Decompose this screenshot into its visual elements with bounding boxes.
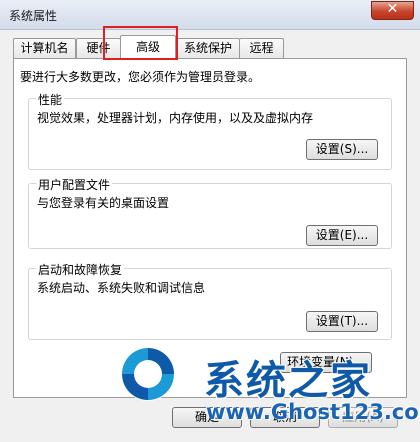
tab-remote[interactable]: 远程 [239,38,284,59]
title-bar: 系统属性 ✕ [0,0,420,30]
startup-recovery-settings-button[interactable]: 设置(T)... [306,311,378,332]
startup-recovery-title: 启动和故障恢复 [36,261,125,278]
user-profiles-desc: 与您登录有关的桌面设置 [37,196,170,210]
tab-bar: 计算机名 硬件 高级 系统保护 远程 [13,35,413,60]
cancel-button[interactable]: 取消 [250,407,320,428]
environment-variables-button[interactable]: 环境变量(N)... [280,352,372,373]
user-profiles-settings-button[interactable]: 设置(E)... [306,225,378,246]
performance-desc: 视觉效果，处理器计划，内存使用，以及及虚拟内存 [37,111,314,125]
ok-button[interactable]: 确定 [172,407,242,428]
close-button[interactable]: ✕ [371,1,414,20]
tab-system-protection[interactable]: 系统保护 [176,38,240,59]
tab-hardware[interactable]: 硬件 [76,38,121,59]
tab-advanced[interactable]: 高级 [120,35,176,60]
performance-settings-button[interactable]: 设置(S)... [306,139,378,160]
startup-recovery-desc: 系统启动、系统失败和调试信息 [37,281,206,295]
close-icon: ✕ [386,1,399,17]
apply-button[interactable]: 应用(A) [328,407,398,428]
tab-computer-name[interactable]: 计算机名 [13,38,76,59]
admin-notice: 要进行大多数更改，您必须作为管理员登录。 [20,70,261,84]
user-profiles-title: 用户配置文件 [36,176,113,193]
window-title: 系统属性 [9,9,58,23]
performance-title: 性能 [36,91,65,108]
